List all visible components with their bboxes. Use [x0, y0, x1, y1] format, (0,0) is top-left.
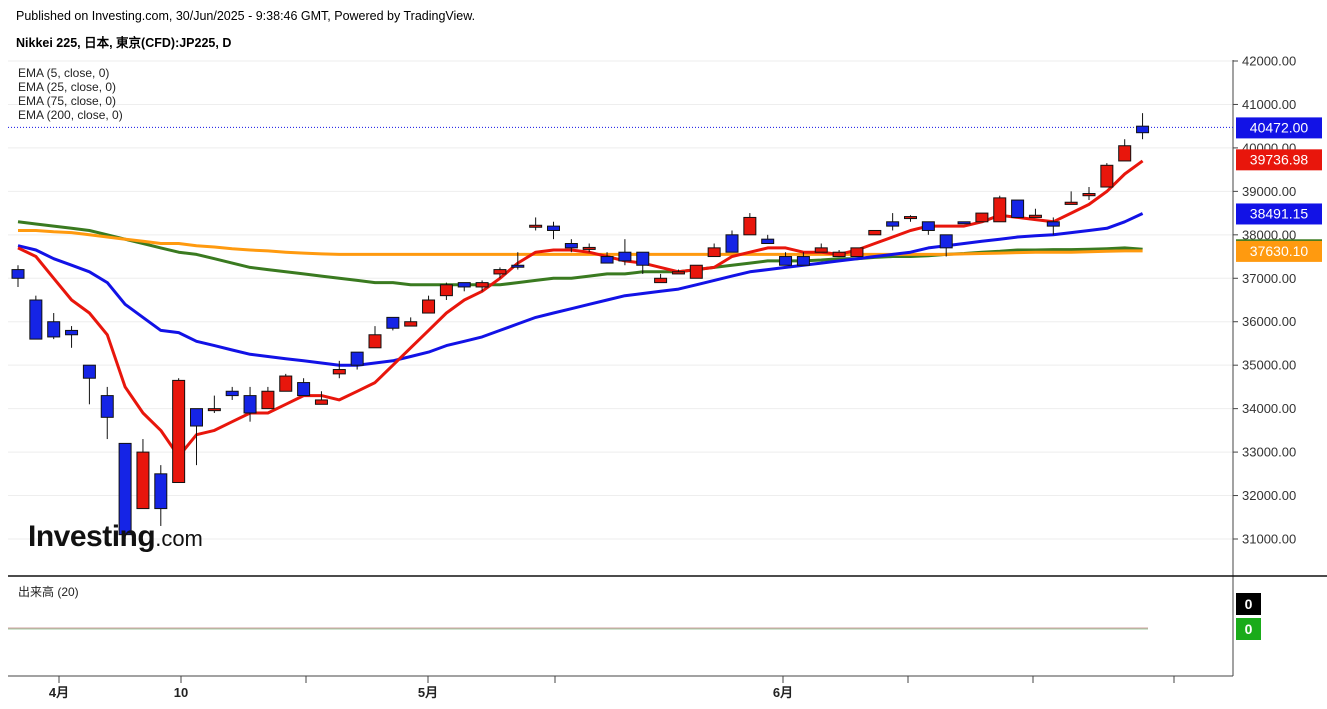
volume-value-text: 0	[1245, 596, 1253, 612]
candle[interactable]	[832, 251, 846, 258]
candle[interactable]	[475, 282, 489, 288]
candle[interactable]	[957, 221, 971, 225]
y-tick-label: 34000.00	[1242, 401, 1296, 416]
candle[interactable]	[671, 271, 685, 275]
candle[interactable]	[1100, 164, 1114, 188]
candle[interactable]	[761, 238, 775, 245]
candle[interactable]	[868, 229, 882, 236]
y-tick-label: 42000.00	[1242, 54, 1296, 69]
candle[interactable]	[618, 251, 632, 262]
candle[interactable]	[993, 197, 1007, 223]
candle[interactable]	[904, 216, 917, 220]
candle[interactable]	[1064, 201, 1078, 205]
candle[interactable]	[779, 256, 793, 266]
price-label-text: 40472.00	[1250, 119, 1309, 135]
indicator-label: EMA (5, close, 0)	[18, 66, 109, 80]
candle[interactable]	[422, 299, 436, 314]
volume-label: 出来高 (20)	[18, 584, 79, 599]
candle[interactable]	[47, 321, 61, 338]
y-tick-label: 36000.00	[1242, 314, 1296, 329]
y-tick-label: 41000.00	[1242, 97, 1296, 112]
candle[interactable]	[564, 243, 578, 249]
volume-value-text: 0	[1245, 621, 1253, 637]
indicator-label: EMA (200, close, 0)	[18, 108, 123, 122]
price-label-text: 39736.98	[1250, 151, 1309, 167]
candle[interactable]	[1136, 125, 1150, 134]
candle[interactable]	[725, 234, 739, 253]
candle[interactable]	[547, 225, 560, 231]
candle[interactable]	[1028, 214, 1042, 218]
logo-suffix: .com	[155, 526, 203, 551]
candle[interactable]	[368, 334, 382, 349]
y-tick-label: 39000.00	[1242, 184, 1296, 199]
price-chart[interactable]: 31000.00 32000.00 33000.00 34000.00 35000.00…	[0, 0, 1327, 709]
candle[interactable]	[654, 277, 668, 284]
candle[interactable]	[332, 369, 346, 375]
candle[interactable]	[1082, 193, 1096, 197]
indicator-label: EMA (25, close, 0)	[18, 80, 116, 94]
y-tick-label: 35000.00	[1242, 358, 1296, 373]
price-label-text: 37630.10	[1250, 243, 1309, 259]
candle[interactable]	[582, 246, 596, 250]
candle[interactable]	[743, 216, 757, 236]
candle[interactable]	[921, 221, 935, 231]
candle[interactable]	[689, 264, 703, 279]
candle[interactable]	[1118, 145, 1132, 162]
candle[interactable]	[207, 408, 221, 412]
candle[interactable]	[511, 264, 525, 268]
candle[interactable]	[850, 247, 864, 258]
candle[interactable]	[225, 390, 239, 397]
candle[interactable]	[939, 234, 953, 249]
logo-main: Investing	[28, 520, 156, 553]
candle[interactable]	[386, 316, 400, 329]
y-tick-label: 32000.00	[1242, 488, 1296, 503]
candle[interactable]	[136, 451, 150, 510]
candle[interactable]	[190, 408, 203, 427]
candle[interactable]	[65, 329, 79, 336]
candle[interactable]	[172, 379, 186, 484]
candle[interactable]	[279, 375, 293, 392]
x-tick-label: 6月	[773, 685, 793, 700]
x-tick-label: 4月	[49, 685, 69, 700]
candle[interactable]	[100, 395, 114, 418]
candle[interactable]	[404, 321, 418, 327]
candle[interactable]	[29, 299, 43, 340]
candle[interactable]	[261, 390, 275, 410]
price-label-text: 38491.15	[1250, 205, 1309, 221]
ema5-line	[17, 159, 1144, 458]
candle[interactable]	[154, 473, 168, 510]
investing-logo: Investing.com	[28, 520, 203, 554]
candle[interactable]	[707, 247, 721, 258]
x-tick-label: 5月	[418, 685, 438, 700]
candle[interactable]	[297, 382, 311, 397]
candle[interactable]	[636, 251, 650, 266]
candle[interactable]	[886, 221, 900, 227]
candle[interactable]	[457, 282, 471, 288]
y-tick-label: 31000.00	[1242, 532, 1296, 547]
candle[interactable]	[11, 269, 25, 279]
y-tick-label: 37000.00	[1242, 271, 1296, 286]
candle[interactable]	[314, 399, 328, 405]
indicator-label: EMA (75, close, 0)	[18, 94, 116, 108]
candle[interactable]	[1046, 221, 1060, 227]
candle[interactable]	[439, 284, 453, 297]
candle[interactable]	[350, 351, 364, 366]
candle[interactable]	[975, 212, 989, 223]
candle[interactable]	[493, 269, 507, 275]
candle[interactable]	[82, 364, 96, 379]
ema25-line	[17, 212, 1144, 367]
candle[interactable]	[1011, 199, 1025, 218]
candle[interactable]	[529, 224, 543, 228]
y-tick-label: 33000.00	[1242, 445, 1296, 460]
candle[interactable]	[600, 256, 614, 264]
candle[interactable]	[796, 256, 810, 266]
candle[interactable]	[814, 247, 828, 253]
candle[interactable]	[243, 395, 257, 414]
x-tick-label: 10	[174, 685, 188, 700]
